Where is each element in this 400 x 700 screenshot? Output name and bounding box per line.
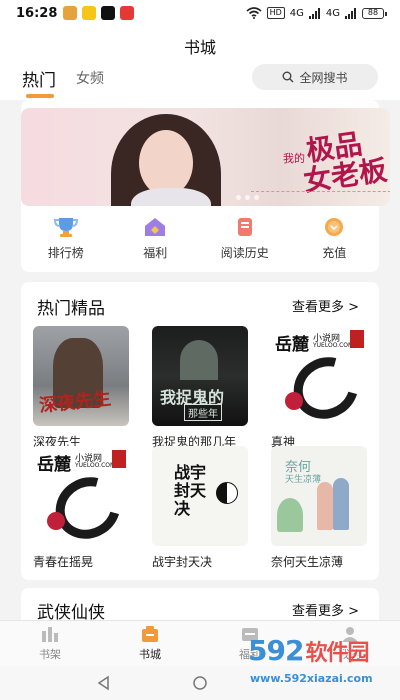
search-button[interactable]: 全网搜书 xyxy=(252,64,378,90)
book-cover: 奈何 天生凉薄 xyxy=(271,446,367,546)
cover-flower xyxy=(47,512,65,530)
book-title: 战宇封天决 xyxy=(152,555,213,569)
page-title: 书城 xyxy=(183,38,216,57)
cover-figure xyxy=(333,478,349,530)
section-title-hot: 热门精品 xyxy=(37,299,105,319)
cover-brand: 岳麓 xyxy=(275,335,309,355)
nav-label: 书城 xyxy=(139,648,161,661)
watermark-url: www.592xiazai.com xyxy=(250,672,373,685)
cover-title: 深夜先生 xyxy=(38,388,113,417)
banner-decoration xyxy=(251,176,390,192)
active-tab-indicator xyxy=(26,94,54,98)
cover-figure xyxy=(317,482,333,530)
back-icon[interactable] xyxy=(96,675,110,691)
cover-title: 战宇封天决 xyxy=(174,463,207,518)
home-icon[interactable] xyxy=(192,675,208,691)
view-more-link[interactable]: 查看更多 > xyxy=(292,296,359,315)
tab-hot[interactable]: 热门 xyxy=(22,66,56,91)
cover-ink-circle xyxy=(44,465,129,546)
cover-flower xyxy=(285,392,303,410)
yin-yang-icon xyxy=(216,482,238,504)
book-card[interactable]: 岳麓 小说网 YUELOO.COM 真神 xyxy=(271,326,369,450)
cover-url: YUELOO.COM xyxy=(313,342,354,349)
cover-illustration xyxy=(180,340,218,380)
hd-badge: HD xyxy=(266,7,285,19)
book-cover: 战宇封天决 xyxy=(152,446,248,546)
cover-subtitle: 天生凉薄 xyxy=(285,475,322,485)
book-card[interactable]: 奈何 天生凉薄 奈何天生凉薄 xyxy=(271,446,369,570)
signal-label: 4G xyxy=(325,7,340,19)
view-more-link[interactable]: 查看更多 > xyxy=(292,600,359,619)
book-cover: 我捉鬼的 那些年 xyxy=(152,326,248,426)
status-time: 16:28 xyxy=(16,5,58,21)
cover-brand: 岳麓 xyxy=(37,455,71,475)
book-card[interactable]: 我捉鬼的 那些年 我捉鬼的那几年 xyxy=(152,326,250,450)
nav-bookshelf[interactable]: 书架 xyxy=(0,621,100,666)
banner-illustration-face xyxy=(139,130,193,196)
cover-seal xyxy=(112,450,126,468)
coin-icon xyxy=(321,216,347,238)
signal-icon xyxy=(345,7,356,19)
book-cover: 岳麓 小说网 YUELOO.COM xyxy=(33,446,129,546)
book-card[interactable]: 战宇封天决 战宇封天决 xyxy=(152,446,250,570)
book-cover: 岳麓 小说网 YUELOO.COM xyxy=(271,326,367,426)
shortcut-label: 阅读历史 xyxy=(220,246,269,260)
cover-ink-circle xyxy=(282,345,367,426)
notification-app-icon xyxy=(63,6,78,20)
book-title: 奈何天生凉薄 xyxy=(271,555,344,569)
cover-illustration xyxy=(277,498,303,532)
signal-label: 4G xyxy=(289,7,304,19)
battery-icon: 88 xyxy=(362,7,387,19)
nav-bookstore[interactable]: 书城 xyxy=(100,621,200,666)
status-bar: 16:28 HD 4G 4G 88 xyxy=(0,0,400,26)
reading-history-icon xyxy=(232,216,258,238)
cover-subtitle: 那些年 xyxy=(184,404,222,421)
book-card[interactable]: 深夜先生 深夜先生 xyxy=(33,326,131,450)
book-cover: 深夜先生 xyxy=(33,326,129,426)
bookstore-icon xyxy=(142,626,158,642)
search-icon xyxy=(282,71,294,83)
banner-illustration-body xyxy=(131,188,211,206)
shortcut-label: 充值 xyxy=(322,246,347,260)
shortcut-label: 排行榜 xyxy=(47,246,84,260)
book-title: 青春在摇晃 xyxy=(33,555,94,569)
shortcut-recharge[interactable]: 充值 xyxy=(290,216,380,268)
notification-app-icon xyxy=(120,6,135,20)
nav-label: 书架 xyxy=(39,648,61,661)
watermark-brand: 软件园 xyxy=(305,641,369,666)
shortcut-row: 排行榜 福利 阅读历史 充值 xyxy=(21,216,379,268)
gift-house-icon xyxy=(142,216,168,238)
shortcut-reading-history[interactable]: 阅读历史 xyxy=(200,216,290,268)
bookshelf-icon xyxy=(42,627,58,642)
promo-banner[interactable]: 我的 极品 女老板 xyxy=(21,108,390,206)
trophy-icon xyxy=(53,216,79,238)
book-card[interactable]: 岳麓 小说网 YUELOO.COM 青春在摇晃 xyxy=(33,446,131,570)
shortcut-welfare[interactable]: 福利 xyxy=(111,216,201,268)
battery-level: 88 xyxy=(367,7,379,17)
search-label: 全网搜书 xyxy=(299,70,348,85)
watermark-logo: 592软件园 xyxy=(248,634,369,667)
tab-female[interactable]: 女频 xyxy=(76,68,104,88)
header: 书城 热门 女频 全网搜书 xyxy=(0,26,400,100)
tiktok-icon xyxy=(101,6,116,20)
shortcut-ranking[interactable]: 排行榜 xyxy=(21,216,111,268)
notification-app-icon xyxy=(82,6,97,20)
signal-icon xyxy=(308,7,320,19)
shortcut-label: 福利 xyxy=(143,246,168,260)
banner-pagination xyxy=(236,195,259,200)
site-watermark: 592软件园 www.592xiazai.com xyxy=(248,634,398,698)
cover-url: YUELOO.COM xyxy=(75,462,116,469)
cover-seal xyxy=(350,330,364,348)
watermark-number: 592 xyxy=(248,634,304,667)
wifi-icon xyxy=(246,7,262,19)
